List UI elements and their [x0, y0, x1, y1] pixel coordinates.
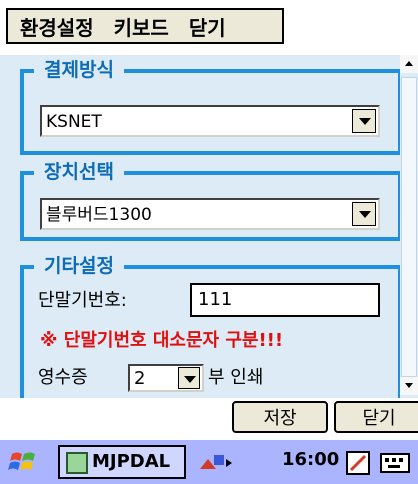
receipt-count-value: 2: [134, 368, 146, 389]
chevron-down-icon: [184, 376, 196, 383]
vertical-scrollbar[interactable]: [400, 55, 418, 398]
device-value: 블루버드1300: [46, 205, 152, 225]
receipt-label: 영수증: [38, 367, 88, 388]
receipt-dropdown-button[interactable]: [178, 367, 200, 389]
payment-group-title: 결제방식: [34, 57, 124, 83]
chevron-down-icon: [359, 211, 371, 218]
receipt-count-select[interactable]: 2: [128, 364, 204, 392]
arrow-down-icon: [405, 383, 413, 388]
scroll-thumb[interactable]: [401, 77, 417, 377]
device-group-title: 장치선택: [34, 159, 124, 185]
menu-bar: 환경설정 키보드 닫기: [0, 0, 418, 50]
network-icon[interactable]: [196, 451, 236, 475]
case-sensitive-warning: ※ 단말기번호 대소문자 구분!!!: [40, 330, 284, 351]
menu-settings[interactable]: 환경설정: [20, 12, 94, 41]
terminal-id-label: 단말기번호:: [38, 290, 127, 311]
chevron-down-icon: [359, 118, 371, 125]
close-button[interactable]: 닫기: [334, 401, 418, 433]
device-select[interactable]: 블루버드1300: [40, 198, 380, 230]
arrow-up-icon: [405, 61, 413, 66]
button-bar: 저장 닫기: [0, 398, 418, 438]
menu-close[interactable]: 닫기: [189, 12, 226, 41]
menu-box: 환경설정 키보드 닫기: [6, 8, 284, 44]
taskbar-app-label: MJPDAL: [92, 451, 171, 472]
system-tray: 16:00: [188, 445, 418, 479]
payment-method-select[interactable]: KSNET: [40, 105, 380, 137]
payment-method-value: KSNET: [46, 112, 102, 132]
settings-panel: 결제방식 KSNET 장치선택 블루버드1300 기타설정 단말기번호: 111…: [0, 55, 402, 415]
save-button[interactable]: 저장: [232, 401, 328, 433]
other-group-title: 기타설정: [34, 253, 124, 279]
taskbar: MJPDAL 16:00: [0, 438, 418, 484]
menu-keyboard[interactable]: 키보드: [114, 12, 169, 41]
pen-input-icon[interactable]: [346, 451, 370, 475]
terminal-id-value: 111: [198, 289, 233, 310]
receipt-suffix: 부 인쇄: [208, 367, 264, 388]
taskbar-app-button[interactable]: MJPDAL: [58, 445, 186, 479]
app-icon: [66, 452, 88, 474]
clock[interactable]: 16:00: [282, 449, 339, 470]
keyboard-icon[interactable]: [380, 451, 410, 475]
scroll-down-button[interactable]: [400, 377, 418, 395]
payment-dropdown-button[interactable]: [352, 109, 376, 133]
windows-flag-icon[interactable]: [8, 448, 40, 476]
device-dropdown-button[interactable]: [352, 202, 376, 226]
scroll-up-button[interactable]: [400, 55, 418, 73]
terminal-id-input[interactable]: 111: [190, 283, 380, 317]
